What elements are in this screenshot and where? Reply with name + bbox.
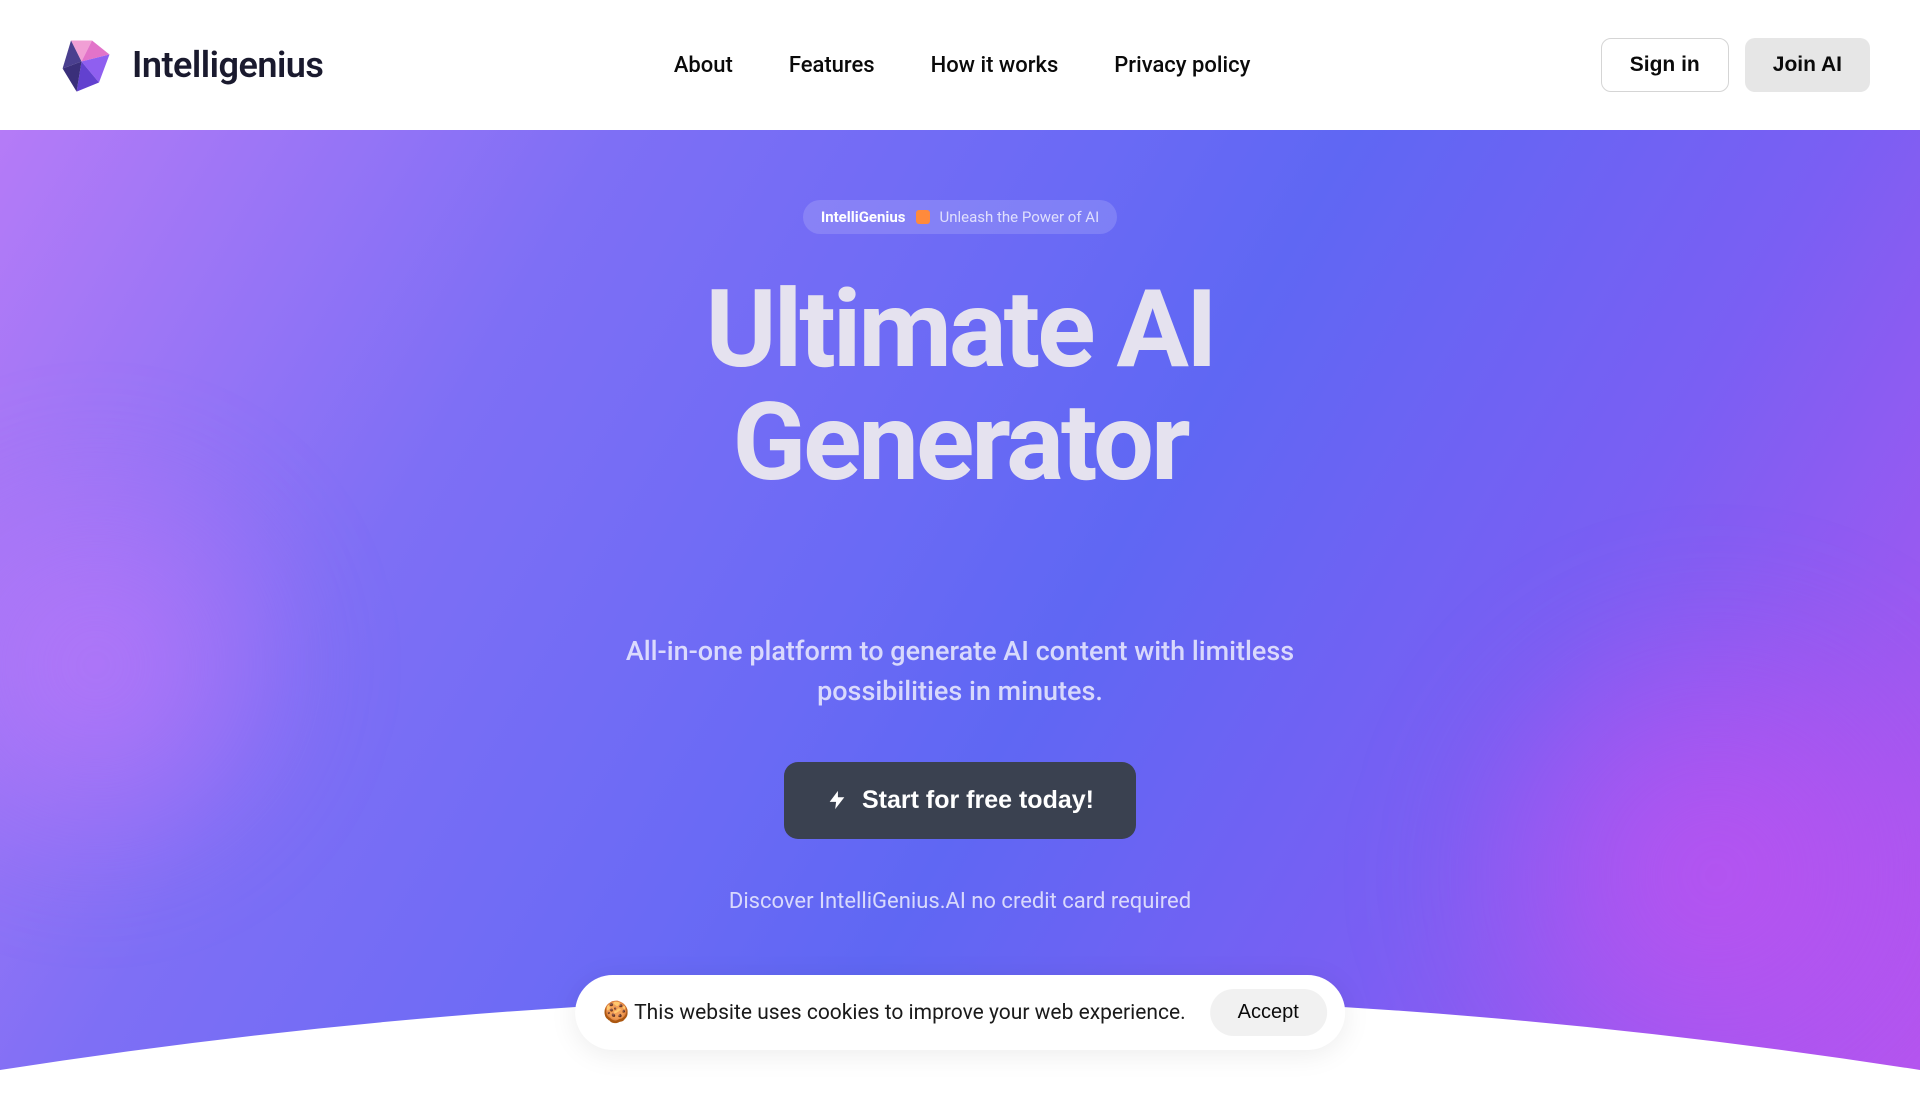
hero-badge: IntelliGenius Unleash the Power of AI bbox=[803, 200, 1117, 234]
hero-subheading: All-in-one platform to generate AI conte… bbox=[610, 631, 1310, 712]
badge-separator-icon bbox=[916, 210, 930, 224]
nav-privacy[interactable]: Privacy policy bbox=[1114, 53, 1250, 78]
logo-text: Intelligenius bbox=[132, 44, 323, 86]
badge-tagline: Unleash the Power of AI bbox=[940, 208, 1100, 226]
cookie-banner: 🍪 This website uses cookies to improve y… bbox=[575, 975, 1345, 1050]
hero-heading: Ultimate AI Generator bbox=[510, 274, 1410, 501]
cookie-accept-button[interactable]: Accept bbox=[1210, 989, 1327, 1036]
hero-disclaimer: Discover IntelliGenius.AI no credit card… bbox=[729, 889, 1191, 914]
nav-features[interactable]: Features bbox=[789, 53, 875, 78]
logo-icon bbox=[50, 30, 120, 100]
join-button[interactable]: Join AI bbox=[1745, 38, 1870, 92]
cookie-text: 🍪 This website uses cookies to improve y… bbox=[603, 1001, 1186, 1025]
cta-label: Start for free today! bbox=[862, 786, 1094, 815]
badge-brand: IntelliGenius bbox=[821, 208, 906, 226]
cta-button[interactable]: Start for free today! bbox=[784, 762, 1136, 839]
signin-button[interactable]: Sign in bbox=[1601, 38, 1729, 92]
logo[interactable]: Intelligenius bbox=[50, 30, 323, 100]
hero: IntelliGenius Unleash the Power of AI Ul… bbox=[0, 130, 1920, 1080]
main-nav: About Features How it works Privacy poli… bbox=[674, 53, 1251, 78]
header-actions: Sign in Join AI bbox=[1601, 38, 1870, 92]
bolt-icon bbox=[826, 789, 848, 811]
header: Intelligenius About Features How it work… bbox=[0, 0, 1920, 130]
nav-about[interactable]: About bbox=[674, 53, 733, 78]
nav-how-it-works[interactable]: How it works bbox=[931, 53, 1059, 78]
